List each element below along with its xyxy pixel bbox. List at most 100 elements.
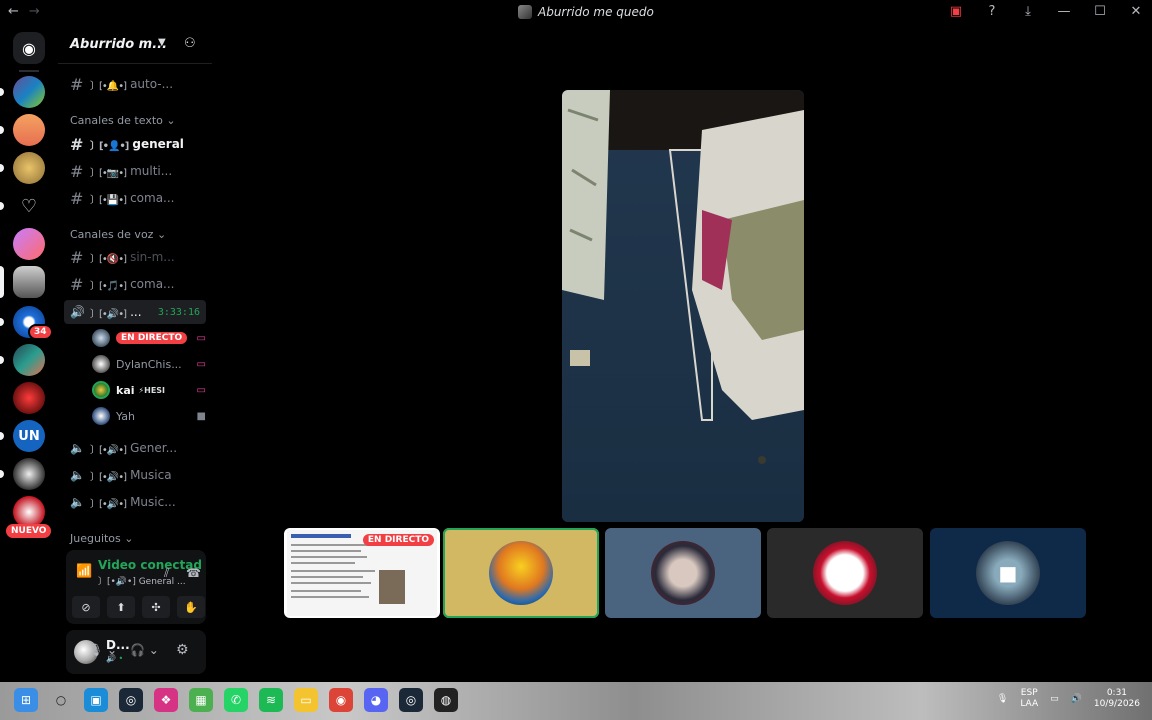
channel-deco: 〕[•💾•]	[90, 194, 127, 206]
video-camera-icon: ■	[976, 541, 1040, 605]
channel-item[interactable]: # 〕[•📷•] multi...	[64, 159, 206, 183]
video-frame	[562, 90, 804, 522]
voice-channel[interactable]: 🔈 〕[•🔊•] Gener...	[64, 436, 206, 460]
participant-tile[interactable]	[443, 528, 599, 618]
discord-icon[interactable]: ◕	[364, 688, 388, 712]
server-icon[interactable]	[13, 266, 45, 298]
clock[interactable]: 0:31 10/9/2026	[1094, 688, 1140, 710]
unread-pip	[0, 318, 4, 326]
camera-off-icon[interactable]: ⊘	[72, 596, 100, 618]
minecraft-icon[interactable]: ▦	[189, 688, 213, 712]
unread-pip	[0, 164, 4, 172]
guild-header[interactable]: Aburrido m... ▼ ⚇	[58, 26, 212, 64]
voice-channel[interactable]: 🔈 〕[•🔊•] Musica	[64, 463, 206, 487]
share-screen-icon[interactable]: ⬆	[107, 596, 135, 618]
widget-app-icon[interactable]: ▣	[84, 688, 108, 712]
category-games[interactable]: Jueguitos ⌄	[70, 532, 134, 545]
forward-arrow-icon[interactable]: →	[29, 4, 40, 19]
focused-video[interactable]	[562, 90, 804, 522]
gear-icon[interactable]: ⚙	[176, 642, 189, 658]
spotify-icon[interactable]: ≋	[259, 688, 283, 712]
screen-share-icon[interactable]: ▣	[948, 3, 964, 19]
activities-icon[interactable]: ✣	[142, 596, 170, 618]
voice-user-name: Yah	[116, 409, 135, 423]
server-icon[interactable]	[13, 382, 45, 414]
voice-user[interactable]: Yah ■	[92, 405, 208, 427]
speaker-icon: 🔈	[70, 468, 85, 482]
soundboard-icon[interactable]: ✋	[177, 596, 205, 618]
whatsapp-icon[interactable]: ✆	[224, 688, 248, 712]
back-arrow-icon[interactable]: ←	[8, 4, 19, 19]
hashtag-icon: #	[70, 74, 84, 94]
channel-item[interactable]: # 〕[•🔇•] sin-m...	[64, 245, 206, 269]
network-icon[interactable]: ▭	[1050, 694, 1059, 704]
hashtag-icon: #	[70, 247, 84, 267]
channel-name: auto-...	[130, 77, 174, 91]
search-icon[interactable]: ○	[49, 688, 73, 712]
server-icon[interactable]	[13, 76, 45, 108]
volume-icon[interactable]: 🔊	[1071, 694, 1082, 704]
server-icon[interactable]	[13, 228, 45, 260]
invite-people-icon[interactable]: ⚇	[184, 36, 196, 51]
channel-item[interactable]: # 〕[•💾•] coma...	[64, 186, 206, 210]
voice-user[interactable]: kai ⚡HESI ▭	[92, 379, 208, 401]
speaker-icon: 🔊	[70, 305, 85, 319]
microphone-icon[interactable]: 🎙	[997, 694, 1008, 704]
download-icon[interactable]: ⤓	[1020, 3, 1036, 19]
screen-share-icon: ▭	[196, 358, 206, 370]
windows-taskbar: ⊞ ○ ▣ ◎ ❖ ▦ ✆ ≋ ▭ ◉ ◕ ◎ ◍ 🎙 ESP LAA ▭ 🔊 …	[0, 682, 1152, 720]
user-tag: ⚡HESI	[138, 385, 166, 395]
hashtag-icon: #	[70, 134, 84, 154]
participant-tile[interactable]	[767, 528, 923, 618]
maximize-icon[interactable]: ☐	[1092, 3, 1108, 19]
screen-share-icon: ▭	[196, 332, 206, 344]
headphones-icon[interactable]: 🎧 ⌄	[130, 643, 159, 657]
server-icon[interactable]	[13, 458, 45, 490]
server-icon[interactable]	[13, 114, 45, 146]
voice-user[interactable]: DylanChis... ▭	[92, 353, 208, 375]
channel-name: coma...	[130, 191, 175, 205]
language-indicator[interactable]: ESP LAA	[1020, 688, 1038, 710]
windows-start-icon[interactable]: ⊞	[14, 688, 38, 712]
category-text[interactable]: Canales de texto ⌄	[70, 114, 176, 127]
server-icon[interactable]	[13, 344, 45, 376]
channel-sidebar: Aburrido m... ▼ ⚇ # 〕[•🔔•] auto-... Cana…	[58, 26, 212, 682]
chrome-icon[interactable]: ◉	[329, 688, 353, 712]
file-explorer-icon[interactable]: ▭	[294, 688, 318, 712]
stream-tile[interactable]: EN DIRECTO	[284, 528, 440, 618]
voice-user[interactable]: EN DIRECTO ▭	[92, 327, 208, 349]
channel-name: Gener...	[130, 441, 178, 455]
server-icon[interactable]: UN	[13, 420, 45, 452]
app-icon[interactable]: ❖	[154, 688, 178, 712]
noise-suppression-icon[interactable]: ⫽	[164, 566, 169, 581]
voice-channel-label[interactable]: 〕[•🔊•] General ...	[98, 574, 186, 587]
steam-icon[interactable]: ◎	[399, 688, 423, 712]
channel-item-general[interactable]: # 〕[•👤•] general	[64, 132, 206, 156]
participant-tile[interactable]: ■	[930, 528, 1086, 618]
discord-home-icon[interactable]: ◉	[13, 32, 45, 64]
live-badge: EN DIRECTO	[116, 332, 188, 344]
microphone-icon[interactable]: 🎙 ⌄	[88, 643, 117, 657]
close-icon[interactable]: ✕	[1128, 3, 1144, 19]
voice-channel[interactable]: 🔈 〕[•🔊•] Music...	[64, 490, 206, 514]
channel-deco: 〕[•🔊•]	[90, 444, 127, 456]
steam-icon[interactable]: ◎	[119, 688, 143, 712]
history-nav: ← →	[8, 4, 40, 19]
help-icon[interactable]: ?	[984, 3, 1000, 19]
call-timer: 3:33:16	[157, 306, 200, 318]
selected-pip	[0, 266, 4, 298]
rail-divider	[19, 70, 39, 72]
channel-item[interactable]: # 〕[•🎵•] coma...	[64, 272, 206, 296]
heart-server-icon[interactable]: ♡	[13, 190, 45, 222]
obs-icon[interactable]: ◍	[434, 688, 458, 712]
voice-channel-connected[interactable]: 🔊 〕[•🔊•] ... 3:33:16	[64, 300, 206, 324]
participant-tile[interactable]	[605, 528, 761, 618]
server-icon[interactable]	[13, 152, 45, 184]
category-voice[interactable]: Canales de voz ⌄	[70, 228, 166, 241]
disconnect-icon[interactable]: ☎	[186, 566, 201, 580]
live-badge: EN DIRECTO	[362, 534, 434, 546]
signal-icon[interactable]: 📶	[76, 564, 92, 579]
channel-item[interactable]: # 〕[•🔔•] auto-...	[64, 72, 206, 96]
unread-pip	[0, 470, 4, 478]
minimize-icon[interactable]: —	[1056, 3, 1072, 19]
